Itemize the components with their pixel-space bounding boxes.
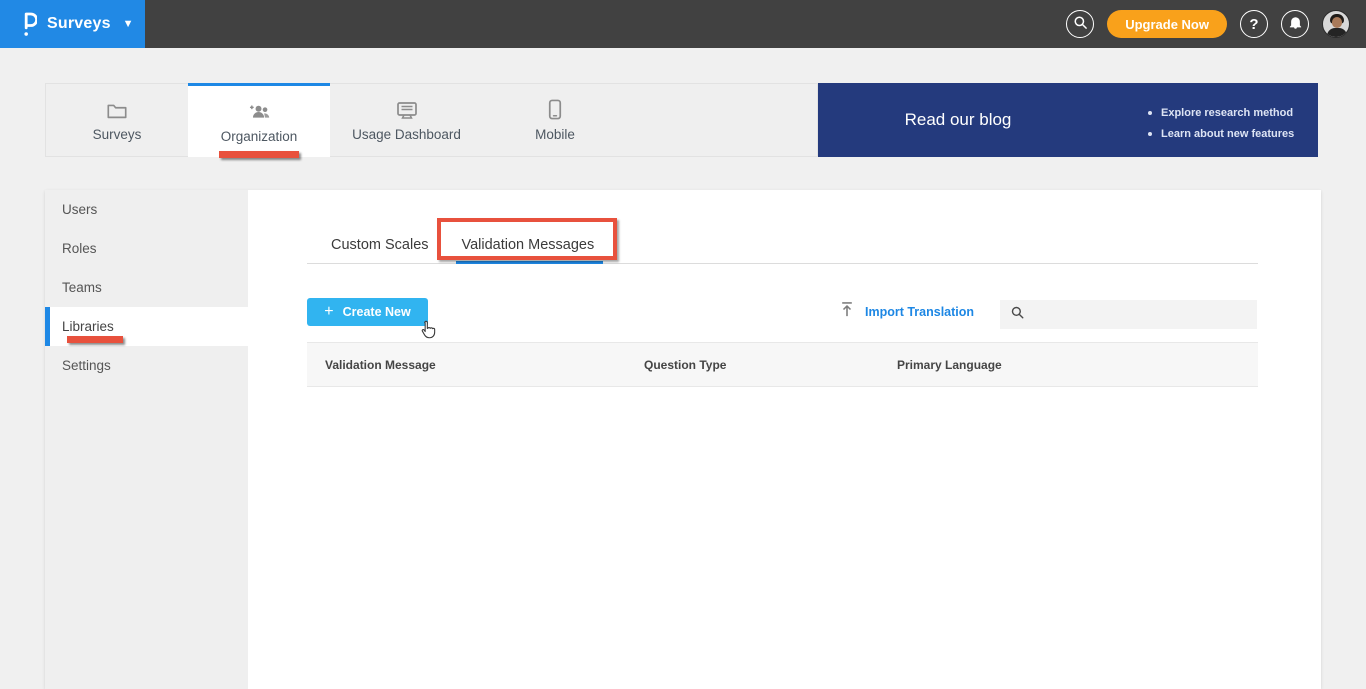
add-team-icon [246,100,272,122]
create-new-label: Create New [342,305,411,319]
sidebar-item-libraries[interactable]: Libraries [45,307,248,346]
tab-mobile[interactable]: Mobile [483,84,627,156]
blog-banner-title: Read our blog [904,110,1012,129]
tab-label: Mobile [535,127,575,142]
upgrade-button[interactable]: Upgrade Now [1107,10,1227,38]
sidebar-item-label: Teams [62,280,102,295]
notifications-button[interactable] [1281,10,1309,38]
blog-bullet: Explore research method [1148,102,1294,123]
sidebar-item-label: Roles [62,241,97,256]
tab-organization[interactable]: Organization [188,83,330,158]
search-icon [1073,15,1088,33]
product-switcher-label: Surveys [47,15,111,32]
help-icon: ? [1249,15,1259,33]
tab-label: Custom Scales [331,237,429,253]
import-translation-link[interactable]: Import Translation [840,301,974,323]
column-header-question-type: Question Type [644,357,727,372]
search-button[interactable] [1066,10,1095,38]
settings-sidebar: Users Roles Teams Libraries Settings [45,190,248,689]
sidebar-item-label: Users [62,202,98,217]
import-icon [840,301,854,323]
tab-label: Surveys [92,127,142,142]
sidebar-item-label: Libraries [62,319,114,334]
sidebar-item-users[interactable]: Users [45,190,248,229]
topbar-actions: Upgrade Now ? [1066,10,1366,38]
mobile-icon [548,98,562,120]
blog-banner[interactable]: Read our blog Explore research method Le… [818,83,1318,157]
sidebar-item-settings[interactable]: Settings [45,346,248,385]
bell-icon [1288,15,1303,33]
plus-icon: + [324,303,334,320]
folder-icon [106,98,128,120]
tab-label: Organization [220,128,298,144]
library-tabs: Custom Scales Validation Messages [307,218,1258,264]
search-input[interactable] [1032,302,1242,327]
blog-bullet-text: Explore research method [1161,106,1294,119]
tab-surveys[interactable]: Surveys [46,84,188,156]
bullet-dot [1148,131,1152,136]
avatar[interactable] [1322,10,1350,38]
blog-banner-bullets: Explore research method Learn about new … [1148,102,1294,144]
annotation-underline-libraries [67,336,123,343]
product-switcher[interactable]: Surveys ▼ [0,0,145,48]
validation-table-header: Validation Message Question Type Primary… [307,342,1258,387]
search-icon [1010,305,1025,325]
tab-validation-messages[interactable]: Validation Messages [455,232,604,264]
tab-usage-dashboard[interactable]: Usage Dashboard [330,84,483,156]
column-header-primary-language: Primary Language [897,357,1002,372]
module-tab-bar: Surveys Organization Usage Dashboard Mob… [45,83,818,158]
blog-bullet-text: Learn about new features [1161,127,1295,140]
main-panel: Users Roles Teams Libraries Settings Cus… [45,190,1321,689]
blog-bullet: Learn about new features [1148,123,1294,144]
annotation-underline-organization [219,151,299,158]
sidebar-item-teams[interactable]: Teams [45,268,248,307]
import-translation-label: Import Translation [865,305,975,319]
bullet-dot [1148,110,1152,115]
tab-label: Validation Messages [461,237,595,253]
sidebar-item-roles[interactable]: Roles [45,229,248,268]
top-bar: Surveys ▼ Upgrade Now ? [0,0,1366,48]
column-header-validation-message: Validation Message [325,357,436,372]
sidebar-item-label: Settings [62,358,111,373]
dashboard-icon [395,98,419,120]
questionpro-logo [20,10,37,38]
table-search[interactable] [1000,300,1257,329]
help-button[interactable]: ? [1240,10,1268,38]
tab-custom-scales[interactable]: Custom Scales [307,232,456,264]
libraries-content: Custom Scales Validation Messages + Crea… [248,190,1321,689]
create-new-button[interactable]: + Create New [307,298,428,326]
tab-label: Usage Dashboard [352,127,461,142]
chevron-down-icon: ▼ [122,18,134,30]
